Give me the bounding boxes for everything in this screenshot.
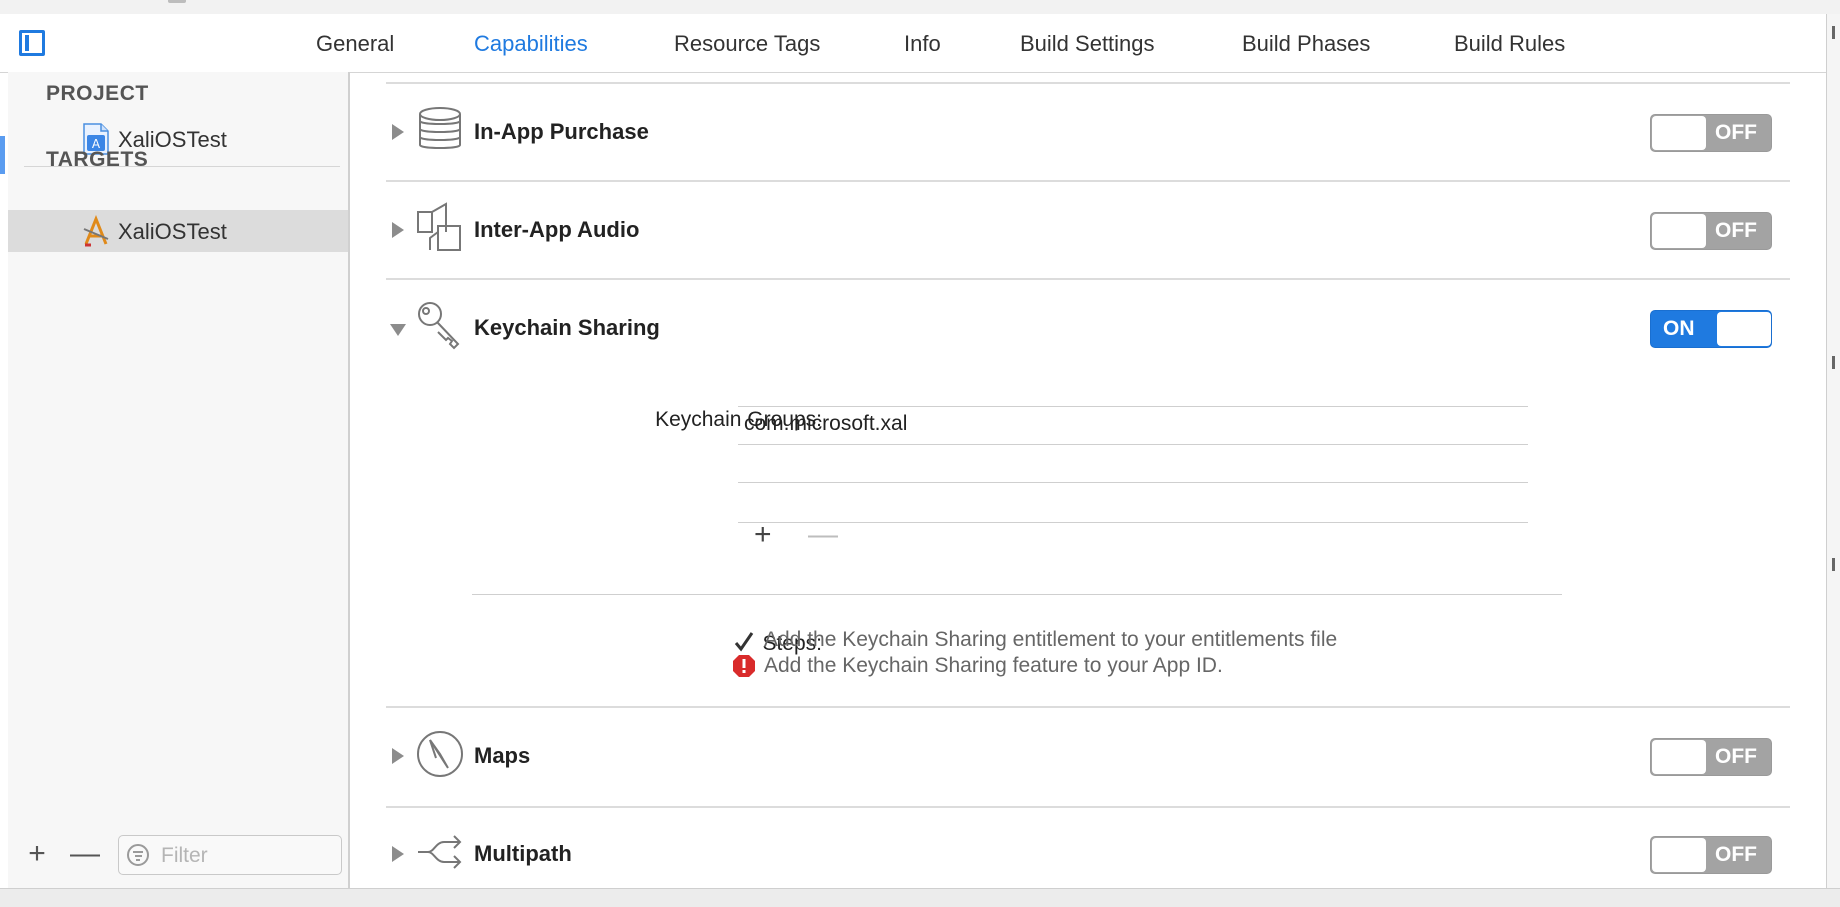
project-heading: PROJECT [46, 82, 149, 105]
inspector-edge-mark [1832, 558, 1835, 571]
capability-title: Maps [474, 743, 531, 768]
remove-target-button[interactable]: — [70, 839, 100, 869]
error-icon [733, 655, 755, 677]
capability-maps: Maps OFF [350, 708, 1826, 804]
toggle-state: ON [1663, 317, 1695, 340]
tab-general[interactable]: General [316, 31, 394, 57]
checkmark-icon [734, 632, 754, 652]
multipath-arrows-icon [418, 835, 462, 869]
toggle-knob [1652, 838, 1706, 872]
capability-multipath: Multipath OFF [350, 806, 1826, 888]
disclosure-triangle[interactable] [392, 846, 404, 862]
sidebar-footer: + — Filter [8, 832, 348, 888]
filter-input[interactable]: Filter [118, 835, 342, 875]
disclosure-triangle[interactable] [392, 124, 404, 140]
toggle-knob [1717, 312, 1771, 346]
tab-build-settings[interactable]: Build Settings [1020, 31, 1155, 57]
sidebar-toggle-icon[interactable] [19, 30, 45, 56]
tab-capabilities[interactable]: Capabilities [474, 31, 588, 57]
tab-info[interactable]: Info [904, 31, 941, 57]
project-target-sidebar: PROJECT A XaliOSTest TARGETS XaliOSTest … [0, 72, 350, 888]
targets-heading: TARGETS [46, 148, 149, 171]
compass-icon [417, 731, 463, 777]
groups-table-row-border [738, 482, 1528, 483]
step-entitlement-text: Add the Keychain Sharing entitlement to … [764, 628, 1338, 651]
database-stack-icon [419, 107, 461, 149]
sidebar-item-label: XaliOSTest [118, 219, 227, 244]
disclosure-triangle[interactable] [392, 222, 404, 238]
capability-inter-app-audio: Inter-App Audio OFF [350, 182, 1826, 278]
capability-title: Keychain Sharing [474, 315, 660, 340]
toggle-knob [1652, 740, 1706, 774]
inter-app-audio-toggle[interactable]: OFF [1650, 212, 1772, 250]
filter-placeholder: Filter [161, 844, 208, 867]
inspector-edge-mark [1832, 356, 1835, 369]
toggle-state: OFF [1715, 121, 1757, 144]
maps-toggle[interactable]: OFF [1650, 738, 1772, 776]
tab-build-phases[interactable]: Build Phases [1242, 31, 1370, 57]
window-top-strip [0, 0, 1840, 15]
disclosure-triangle[interactable] [392, 748, 404, 764]
add-target-button[interactable]: + [24, 839, 50, 869]
toggle-state: OFF [1715, 219, 1757, 242]
toggle-knob [1652, 214, 1706, 248]
disclosure-triangle-open[interactable] [390, 324, 406, 336]
capability-title: Multipath [474, 841, 572, 866]
app-target-icon [83, 215, 109, 247]
remove-keychain-group-button[interactable]: — [808, 520, 838, 550]
step-app-id-text: Add the Keychain Sharing feature to your… [764, 654, 1223, 677]
sidebar-item-target[interactable]: XaliOSTest [8, 210, 348, 252]
groups-table-row-border [738, 444, 1528, 445]
groups-table-top-border [738, 406, 1528, 407]
capabilities-panel: In-App Purchase OFF Inter-App Audio OFF [350, 72, 1826, 888]
keychain-sharing-toggle[interactable]: ON [1650, 310, 1772, 348]
multipath-toggle[interactable]: OFF [1650, 836, 1772, 874]
inspector-edge-mark [1832, 26, 1835, 39]
capability-in-app-purchase: In-App Purchase OFF [350, 84, 1826, 180]
top-strip-handle [168, 0, 186, 3]
toggle-state: OFF [1715, 843, 1757, 866]
in-app-purchase-toggle[interactable]: OFF [1650, 114, 1772, 152]
capability-title: In-App Purchase [474, 119, 649, 144]
selection-accent [0, 136, 5, 174]
keychain-group-entry[interactable]: com.microsoft.xal [744, 412, 907, 436]
key-icon [418, 302, 460, 350]
toggle-state: OFF [1715, 745, 1757, 768]
tab-build-rules[interactable]: Build Rules [1454, 31, 1565, 57]
groups-table-bottom-border [738, 522, 1528, 523]
window-bottom-strip [0, 888, 1840, 907]
steps-divider [472, 594, 1562, 595]
audio-connector-icon [417, 202, 461, 251]
tab-resource-tags[interactable]: Resource Tags [674, 31, 820, 57]
editor-tab-bar: General Capabilities Resource Tags Info … [0, 14, 1826, 73]
inspector-edge [1826, 14, 1840, 894]
capability-keychain-sharing: Keychain Sharing ON [350, 280, 1826, 376]
add-keychain-group-button[interactable]: + [754, 520, 772, 550]
capability-title: Inter-App Audio [474, 217, 640, 242]
filter-icon [127, 844, 149, 866]
toggle-knob [1652, 116, 1706, 150]
